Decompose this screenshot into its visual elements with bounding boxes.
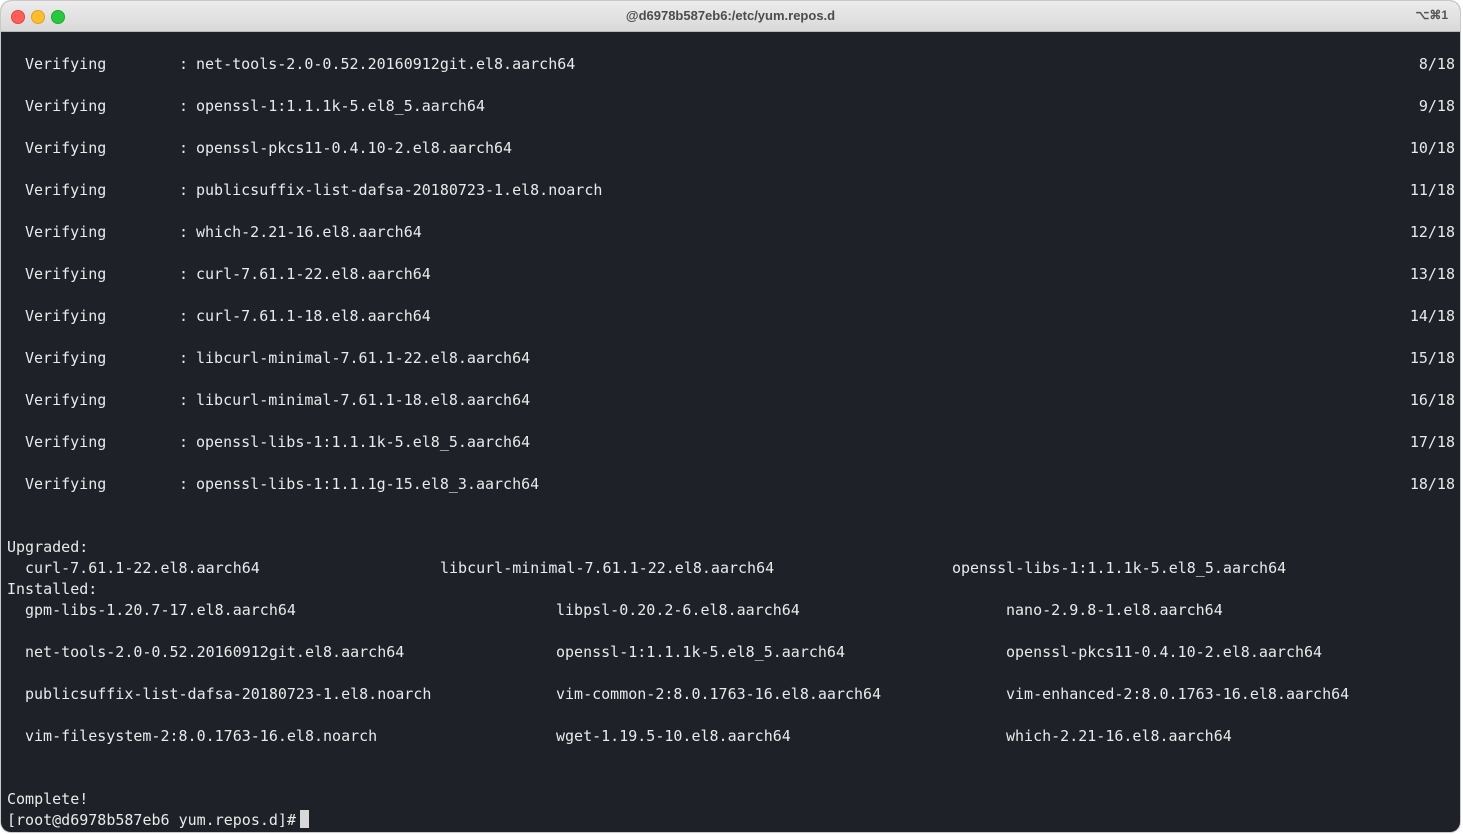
verifying-count: 14/18 <box>1409 307 1455 325</box>
verifying-row: Verifying: curl-7.61.1-22.el8.aarch64 13/1… <box>1 264 1460 285</box>
verifying-row: Verifying: net-tools-2.0-0.52.20160912git… <box>1 54 1460 75</box>
window-title: @d6978b587eb6:/etc/yum.repos.d <box>625 8 836 23</box>
verifying-row: Verifying: openssl-pkcs11-0.4.10-2.el8.aa… <box>1 138 1460 159</box>
verifying-package: openssl-libs-1:1.1.1k-5.el8_5.aarch64 <box>196 433 531 451</box>
terminal-output[interactable]: Upgraded: curl-7.61.1-22.el8.aarch64 lib… <box>1 32 1460 832</box>
verifying-label: Verifying <box>25 181 107 199</box>
verifying-label: Verifying <box>25 391 107 409</box>
verifying-label: Verifying <box>25 97 107 115</box>
terminal-window: @d6978b587eb6:/etc/yum.repos.d ⌥⌘1 Upgra… <box>1 1 1460 832</box>
verifying-count: 12/18 <box>1409 223 1455 241</box>
verifying-label: Verifying <box>25 307 107 325</box>
installed-package: vim-filesystem-2:8.0.1763-16.el8.noarch <box>25 727 378 745</box>
installed-package: vim-common-2:8.0.1763-16.el8.aarch64 <box>556 685 882 703</box>
verifying-package: net-tools-2.0-0.52.20160912git.el8.aarch… <box>196 55 576 73</box>
verifying-package: libcurl-minimal-7.61.1-18.el8.aarch64 <box>196 391 531 409</box>
verifying-count: 13/18 <box>1409 265 1455 283</box>
prompt-text: [root@d6978b587eb6 yum.repos.d]# <box>7 811 296 829</box>
verifying-row: Verifying: which-2.21-16.el8.aarch64 12/18 <box>1 222 1460 243</box>
verifying-package: which-2.21-16.el8.aarch64 <box>196 223 422 241</box>
window-shortcut: ⌥⌘1 <box>1415 8 1448 22</box>
upgraded-package: curl-7.61.1-22.el8.aarch64 <box>25 559 260 577</box>
installed-package: gpm-libs-1.20.7-17.el8.aarch64 <box>25 601 296 619</box>
verifying-package: libcurl-minimal-7.61.1-22.el8.aarch64 <box>196 349 531 367</box>
verifying-count: 8/18 <box>1418 55 1455 73</box>
upgraded-header: Upgraded: <box>7 538 89 556</box>
installed-package: publicsuffix-list-dafsa-20180723-1.el8.n… <box>25 685 432 703</box>
verifying-separator: : <box>179 349 189 367</box>
verifying-separator: : <box>179 265 189 283</box>
verifying-row: Verifying: openssl-libs-1:1.1.1g-15.el8_3… <box>1 474 1460 495</box>
verifying-row: Verifying: libcurl-minimal-7.61.1-18.el8.… <box>1 390 1460 411</box>
installed-package: vim-enhanced-2:8.0.1763-16.el8.aarch64 <box>1006 685 1350 703</box>
installed-package: net-tools-2.0-0.52.20160912git.el8.aarch… <box>25 643 405 661</box>
verifying-separator: : <box>179 223 189 241</box>
installed-package: openssl-1:1.1.1k-5.el8_5.aarch64 <box>556 643 845 661</box>
verifying-count: 18/18 <box>1409 475 1455 493</box>
verifying-label: Verifying <box>25 55 107 73</box>
verifying-row: Verifying: curl-7.61.1-18.el8.aarch64 14/1… <box>1 306 1460 327</box>
verifying-count: 15/18 <box>1409 349 1455 367</box>
verifying-package: curl-7.61.1-18.el8.aarch64 <box>196 307 431 325</box>
verifying-count: 17/18 <box>1409 433 1455 451</box>
verifying-package: openssl-libs-1:1.1.1g-15.el8_3.aarch64 <box>196 475 540 493</box>
verifying-label: Verifying <box>25 433 107 451</box>
shell-prompt[interactable]: [root@d6978b587eb6 yum.repos.d]# <box>7 810 309 831</box>
verifying-row: Verifying: publicsuffix-list-dafsa-201807… <box>1 180 1460 201</box>
installed-package: libpsl-0.20.2-6.el8.aarch64 <box>556 601 800 619</box>
upgraded-package: openssl-libs-1:1.1.1k-5.el8_5.aarch64 <box>952 559 1287 577</box>
verifying-separator: : <box>179 181 189 199</box>
text-cursor <box>299 810 309 828</box>
verifying-label: Verifying <box>25 265 107 283</box>
installed-package: openssl-pkcs11-0.4.10-2.el8.aarch64 <box>1006 643 1323 661</box>
verifying-count: 9/18 <box>1418 97 1455 115</box>
verifying-row: Verifying: openssl-1:1.1.1k-5.el8_5.aarch… <box>1 96 1460 117</box>
verifying-separator: : <box>179 391 189 409</box>
verifying-separator: : <box>179 307 189 325</box>
verifying-separator: : <box>179 97 189 115</box>
verifying-package: publicsuffix-list-dafsa-20180723-1.el8.n… <box>196 181 603 199</box>
verifying-label: Verifying <box>25 139 107 157</box>
installed-package: nano-2.9.8-1.el8.aarch64 <box>1006 601 1223 619</box>
upgraded-package: libcurl-minimal-7.61.1-22.el8.aarch64 <box>440 559 775 577</box>
verifying-separator: : <box>179 475 189 493</box>
verifying-separator: : <box>179 433 189 451</box>
verifying-count: 10/18 <box>1409 139 1455 157</box>
installed-package: which-2.21-16.el8.aarch64 <box>1006 727 1232 745</box>
title-bar[interactable]: @d6978b587eb6:/etc/yum.repos.d ⌥⌘1 <box>1 1 1460 32</box>
verifying-separator: : <box>179 139 189 157</box>
verifying-label: Verifying <box>25 349 107 367</box>
verifying-label: Verifying <box>25 475 107 493</box>
verifying-count: 11/18 <box>1409 181 1455 199</box>
verifying-package: curl-7.61.1-22.el8.aarch64 <box>196 265 431 283</box>
verifying-package: openssl-pkcs11-0.4.10-2.el8.aarch64 <box>196 139 513 157</box>
verifying-separator: : <box>179 55 189 73</box>
verifying-row: Verifying: openssl-libs-1:1.1.1k-5.el8_5.… <box>1 432 1460 453</box>
verifying-count: 16/18 <box>1409 391 1455 409</box>
verifying-label: Verifying <box>25 223 107 241</box>
verifying-row: Verifying: libcurl-minimal-7.61.1-22.el8.… <box>1 348 1460 369</box>
installed-header: Installed: <box>7 580 98 598</box>
installed-package: wget-1.19.5-10.el8.aarch64 <box>556 727 791 745</box>
complete-message: Complete! <box>7 790 89 808</box>
verifying-package: openssl-1:1.1.1k-5.el8_5.aarch64 <box>196 97 485 115</box>
